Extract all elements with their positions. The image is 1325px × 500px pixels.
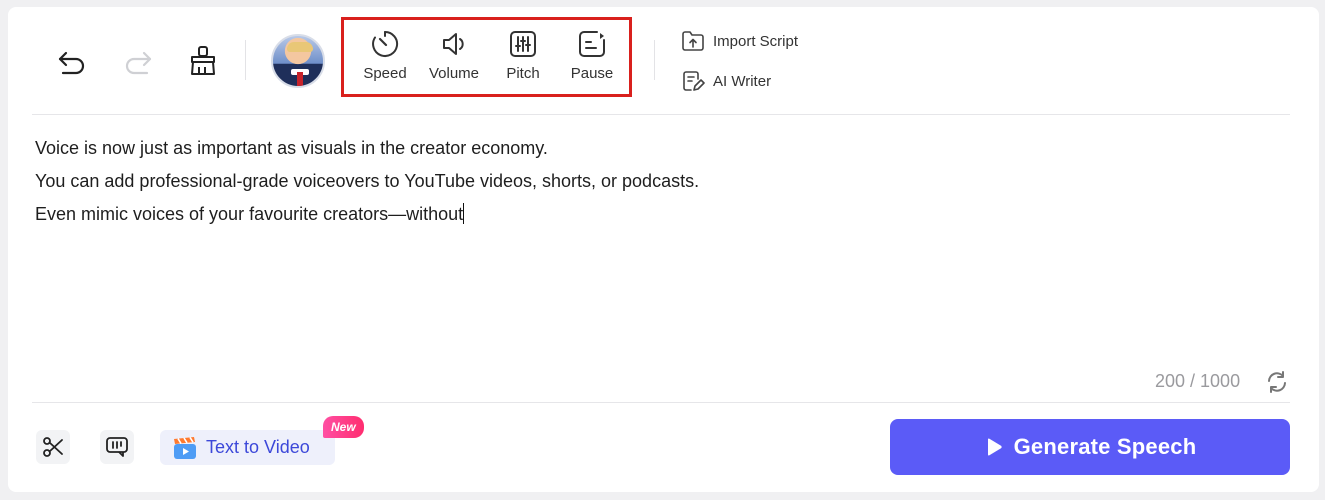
script-line: You can add professional-grade voiceover…	[35, 165, 1285, 198]
script-line-text: Even mimic voices of your favourite crea…	[35, 204, 464, 224]
subtitle-button[interactable]	[100, 430, 134, 464]
sliders-icon	[510, 31, 536, 57]
text-to-video-label: Text to Video	[206, 437, 310, 457]
volume-label: Volume	[428, 65, 480, 82]
chat-subtitle-icon	[106, 437, 128, 457]
text-to-video-button[interactable]: Text to Video	[160, 430, 335, 465]
speaker-icon	[443, 33, 464, 55]
script-line: Voice is now just as important as visual…	[35, 138, 548, 158]
script-line: Even mimic voices of your favourite crea…	[35, 198, 1285, 231]
voice-avatar[interactable]	[271, 34, 325, 88]
document-edit-icon	[683, 71, 705, 91]
redo-button[interactable]	[120, 45, 156, 81]
avatar-hair	[287, 42, 313, 52]
folder-upload-icon	[682, 31, 704, 51]
trim-button[interactable]	[36, 430, 70, 464]
pause-button[interactable]: Pause	[558, 29, 626, 82]
speedometer-icon	[372, 30, 399, 57]
new-badge: New	[323, 416, 364, 438]
speed-button[interactable]: Speed	[351, 29, 419, 82]
pause-label: Pause	[570, 65, 614, 82]
pitch-button[interactable]: Pitch	[489, 29, 557, 82]
redo-icon	[125, 51, 152, 75]
pitch-label: Pitch	[506, 65, 540, 82]
import-script-button[interactable]: Import Script	[681, 30, 798, 52]
toolbar-separator	[32, 114, 1290, 115]
text-caret	[463, 203, 465, 224]
footer-separator	[32, 402, 1290, 403]
scissors-icon	[43, 437, 63, 457]
ai-writer-label: AI Writer	[713, 72, 772, 90]
character-counter: 200 / 1000	[1155, 371, 1241, 391]
clapperboard-icon	[174, 436, 196, 459]
volume-button[interactable]: Volume	[420, 29, 488, 82]
generate-speech-button[interactable]: Generate Speech	[890, 419, 1290, 475]
refresh-button[interactable]	[1265, 370, 1289, 399]
tts-editor-card: Speed Volume Pitch Pause Import Script A…	[8, 7, 1319, 492]
undo-button[interactable]	[54, 45, 90, 81]
undo-icon	[58, 51, 85, 75]
broom-icon	[191, 46, 215, 75]
toolbar-divider	[654, 40, 655, 80]
play-icon	[987, 438, 1002, 456]
import-script-label: Import Script	[713, 32, 799, 50]
avatar-tie	[297, 72, 303, 86]
speed-label: Speed	[363, 65, 407, 82]
refresh-icon	[1268, 371, 1286, 393]
pause-insert-icon	[579, 31, 605, 57]
clear-text-button[interactable]	[185, 43, 221, 79]
toolbar-divider	[245, 40, 246, 80]
script-line-text: You can add professional-grade voiceover…	[35, 171, 700, 191]
generate-speech-label: Generate Speech	[1013, 434, 1197, 459]
ai-writer-button[interactable]: AI Writer	[681, 69, 771, 93]
script-text-area[interactable]: Voice is now just as important as visual…	[35, 132, 1285, 332]
